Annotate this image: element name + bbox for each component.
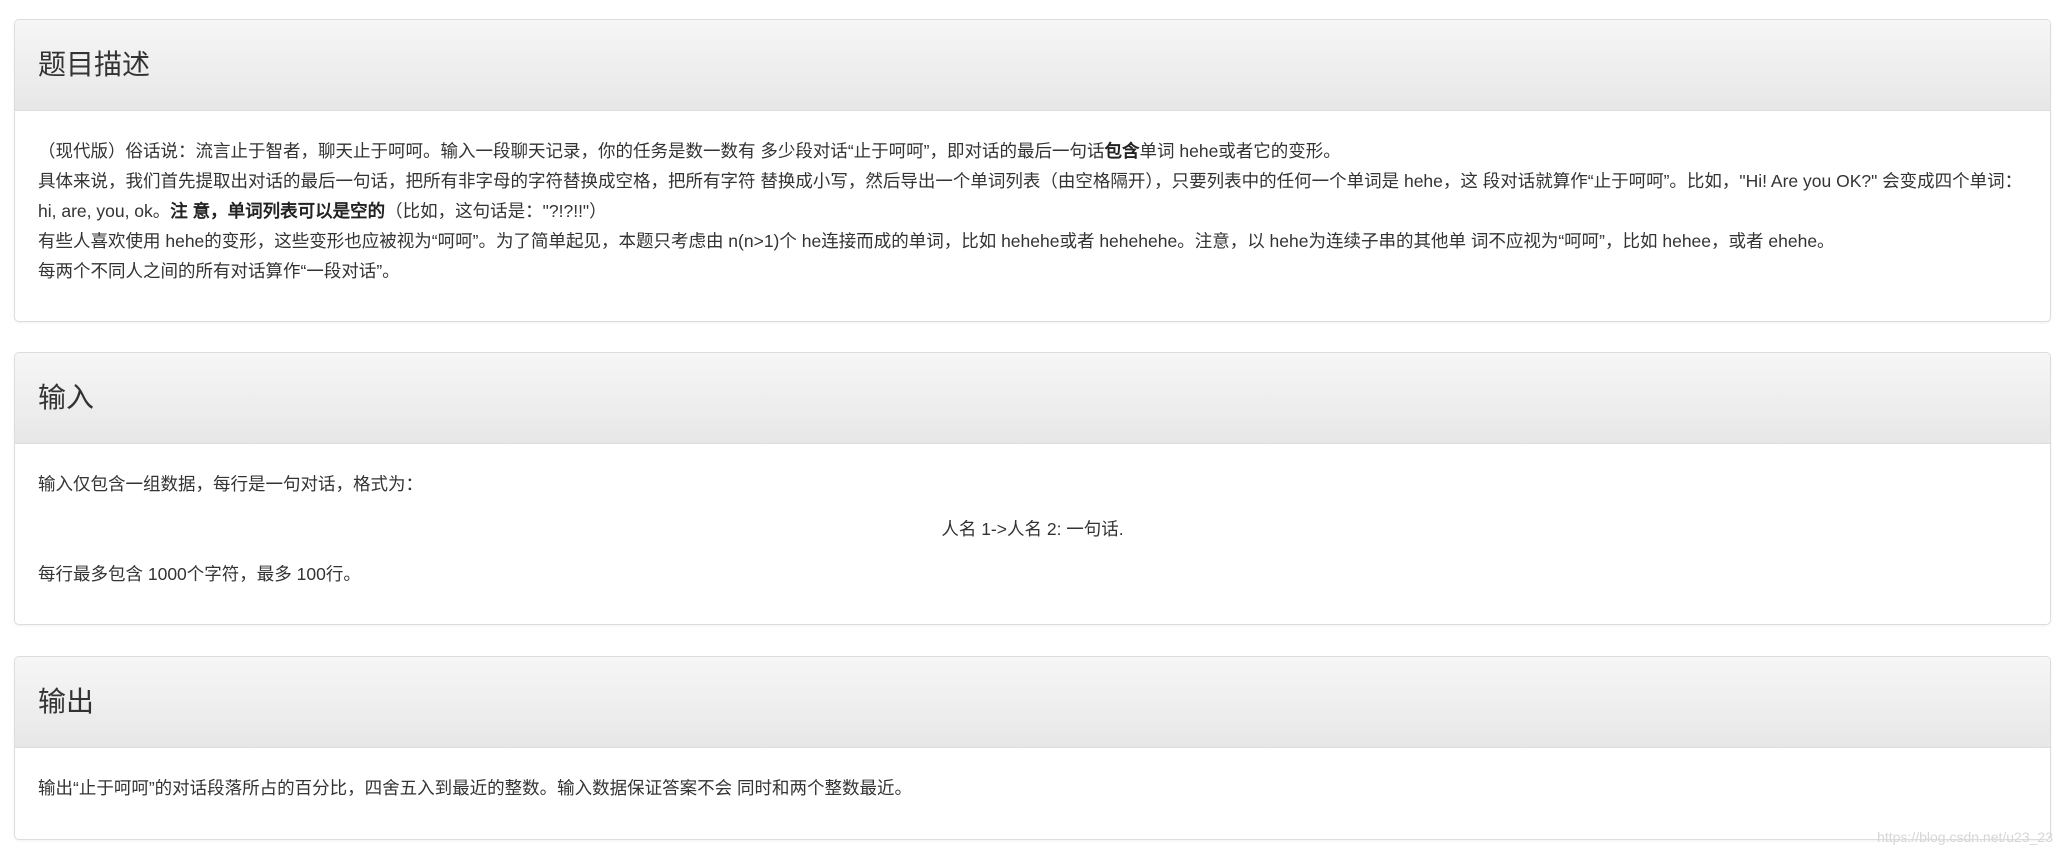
description-body: （现代版）俗话说：流言止于智者，聊天止于呵呵。输入一段聊天记录，你的任务是数一数… xyxy=(15,111,2050,306)
description-panel-heading: 题目描述 xyxy=(15,20,2050,111)
input-paragraph-1: 输入仅包含一组数据，每行是一句对话，格式为： xyxy=(38,474,423,494)
input-body: 输入仅包含一组数据，每行是一句对话，格式为： 人名 1->人名 2: 一句话. … xyxy=(15,444,2050,609)
description-panel: 题目描述 （现代版）俗话说：流言止于智者，聊天止于呵呵。输入一段聊天记录，你的任… xyxy=(14,19,2051,322)
description-paragraph-4: 每两个不同人之间的所有对话算作“一段对话”。 xyxy=(38,261,400,281)
output-panel-heading: 输出 xyxy=(15,657,2050,748)
output-body: 输出“止于呵呵”的对话段落所占的百分比，四舍五入到最近的整数。输入数据保证答案不… xyxy=(15,748,2050,823)
watermark: https://blog.csdn.net/u23_23 xyxy=(1877,829,2053,845)
input-panel-heading: 输入 xyxy=(15,353,2050,444)
description-title: 题目描述 xyxy=(38,49,151,80)
description-paragraph-3: 有些人喜欢使用 hehe的变形，这些变形也应被视为“呵呵”。为了简单起见，本题只… xyxy=(38,231,1835,251)
input-format-line: 人名 1->人名 2: 一句话. xyxy=(941,519,1124,539)
output-paragraph-1: 输出“止于呵呵”的对话段落所占的百分比，四舍五入到最近的整数。输入数据保证答案不… xyxy=(38,778,913,798)
bold-text: 注 意，单词列表可以是空的 xyxy=(170,201,386,221)
output-panel: 输出 输出“止于呵呵”的对话段落所占的百分比，四舍五入到最近的整数。输入数据保证… xyxy=(14,656,2051,840)
input-panel: 输入 输入仅包含一组数据，每行是一句对话，格式为： 人名 1->人名 2: 一句… xyxy=(14,352,2051,625)
output-title: 输出 xyxy=(38,686,95,717)
description-paragraph-1: （现代版）俗话说：流言止于智者，聊天止于呵呵。输入一段聊天记录，你的任务是数一数… xyxy=(38,141,1341,161)
input-title: 输入 xyxy=(38,382,95,413)
bold-text: 包含 xyxy=(1104,141,1140,161)
input-paragraph-2: 每行最多包含 1000个字符，最多 100行。 xyxy=(38,564,361,584)
description-paragraph-2: 具体来说，我们首先提取出对话的最后一句话，把所有非字母的字符替换成空格，把所有字… xyxy=(38,171,2023,221)
